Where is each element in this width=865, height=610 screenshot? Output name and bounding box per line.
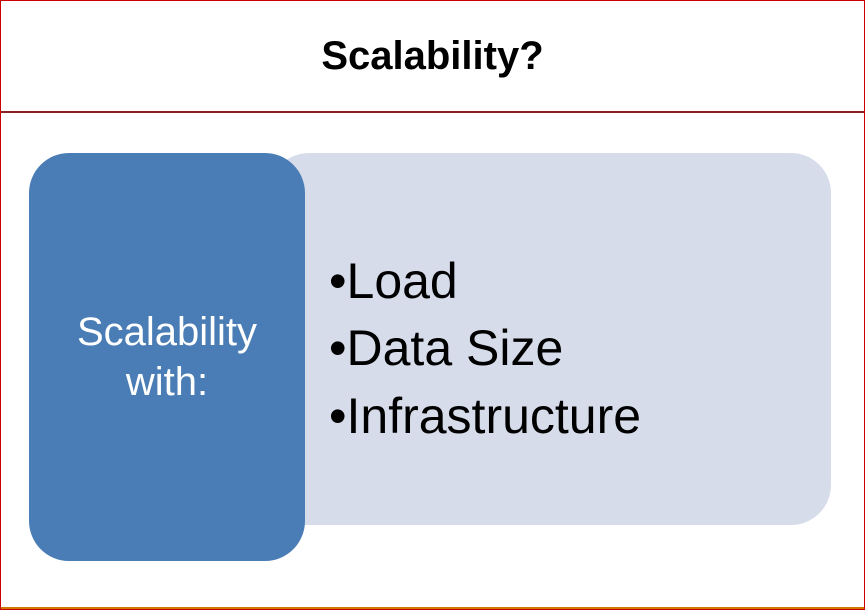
bullet-item-infrastructure: •Infrastructure [329, 383, 811, 451]
label-line-2: with: [126, 360, 208, 404]
content-box: •Load •Data Size •Infrastructure [269, 153, 831, 525]
label-text: Scalability with: [77, 307, 257, 407]
content-section: •Load •Data Size •Infrastructure Scalabi… [1, 113, 864, 593]
bottom-border [1, 607, 864, 609]
label-box: Scalability with: [29, 153, 305, 561]
diagram-container: •Load •Data Size •Infrastructure Scalabi… [29, 153, 836, 563]
title-section: Scalability? [1, 1, 864, 113]
bullet-item-load: •Load [329, 248, 811, 316]
bullet-item-datasize: •Data Size [329, 315, 811, 383]
label-line-1: Scalability [77, 310, 257, 354]
slide: Scalability? •Load •Data Size •Infrastru… [0, 0, 865, 610]
slide-title: Scalability? [321, 34, 543, 79]
